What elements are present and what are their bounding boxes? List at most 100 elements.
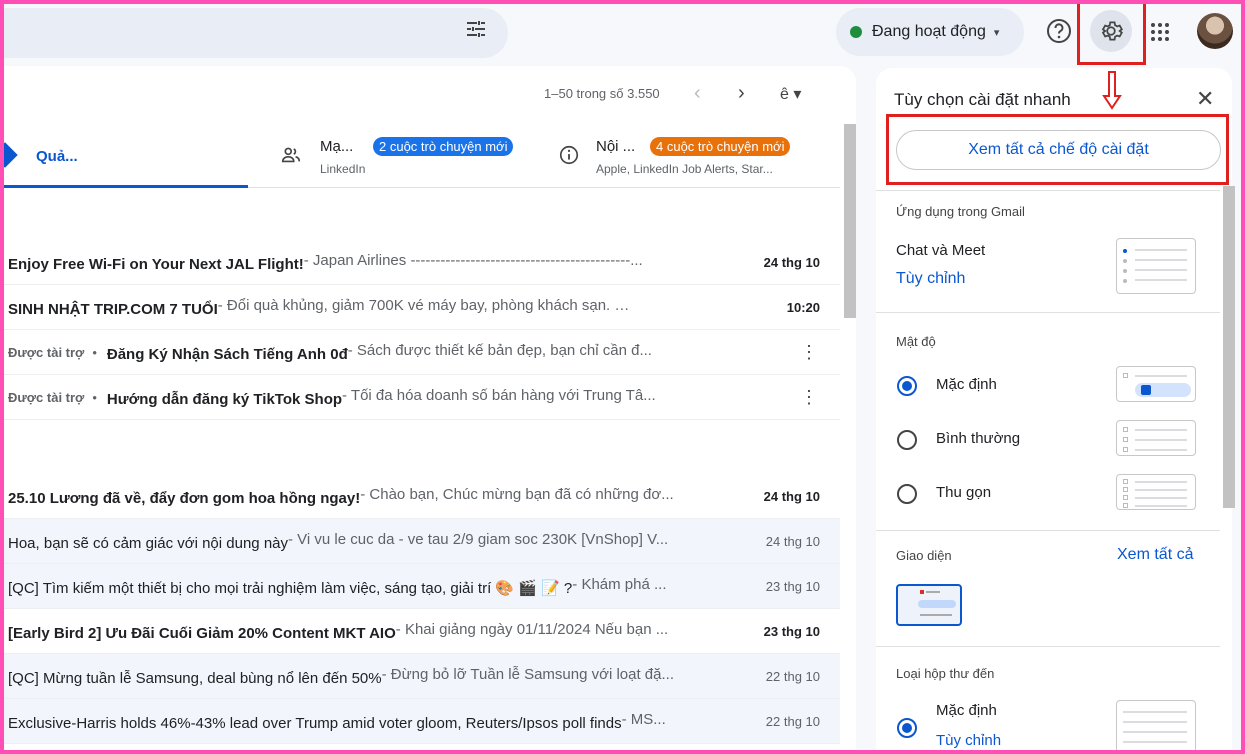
divider: [876, 312, 1220, 313]
sponsored-row[interactable]: Được tài trợ • Hướng dẫn đăng ký TikTok …: [4, 375, 840, 420]
inbox-customize-link[interactable]: Tùy chỉnh: [936, 732, 1001, 749]
see-all-settings-button[interactable]: Xem tất cả chế độ cài đặt: [896, 130, 1221, 170]
email-snippet: - Khai giảng ngày 01/11/2024 Nếu bạn ...: [395, 620, 669, 638]
density-radio-compact[interactable]: [897, 484, 917, 504]
email-snippet: - Japan Airlines -----------------------…: [303, 251, 643, 269]
sponsored-row[interactable]: Được tài trợ • Đăng Ký Nhận Sách Tiếng A…: [4, 330, 840, 375]
quick-settings-title: Tùy chọn cài đặt nhanh: [894, 90, 1071, 109]
email-subject: [QC] Mừng tuần lễ Samsung, deal bùng nổ …: [8, 669, 382, 687]
email-snippet: - Khám phá ...: [572, 575, 667, 593]
search-bar[interactable]: [4, 8, 508, 58]
email-date: 22 thg 10: [765, 668, 820, 684]
tab-label: Nội ...: [596, 138, 636, 155]
apps-icon[interactable]: [1148, 20, 1172, 44]
email-row[interactable]: SINH NHẬT TRIP.COM 7 TUỔI - Đổi quà khủn…: [4, 285, 840, 330]
theme-see-all-link[interactable]: Xem tất cả: [1117, 546, 1193, 564]
density-section-title: Mật độ: [896, 334, 936, 349]
email-date: 23 thg 10: [763, 623, 820, 639]
apps-section-title: Ứng dụng trong Gmail: [896, 204, 1025, 219]
density-compact-preview: [1116, 474, 1196, 510]
email-snippet: - Tối đa hóa doanh số bán hàng với Trung…: [342, 386, 656, 404]
search-options-icon[interactable]: [464, 17, 488, 41]
email-subject: SINH NHẬT TRIP.COM 7 TUỔI: [8, 300, 218, 318]
status-dropdown[interactable]: Đang hoạt động ▾: [836, 8, 1024, 56]
density-default-preview: [1116, 366, 1196, 402]
density-radio-comfortable[interactable]: [897, 430, 917, 450]
sponsored-label: Được tài trợ: [8, 389, 85, 405]
email-date: 24 thg 10: [763, 254, 820, 270]
tab-sublabel: LinkedIn: [320, 162, 366, 176]
status-label: Đang hoạt động: [872, 23, 986, 40]
tab-label: Mạ...: [320, 138, 354, 155]
email-subject: Exclusive-Harris holds 46%-43% lead over…: [8, 714, 622, 732]
chevron-right-icon[interactable]: ›: [738, 82, 745, 105]
inbox-type-preview: [1116, 700, 1196, 750]
category-tabs: Quả... Mạ... 2 cuộc trò chuyện mới Linke…: [4, 120, 840, 188]
email-subject: [Early Bird 2] Ưu Đãi Cuối Giảm 20% Cont…: [8, 624, 396, 642]
tab-label: Quả...: [36, 148, 78, 165]
density-radio-default[interactable]: [897, 376, 917, 396]
theme-section-title: Giao diện: [896, 548, 952, 563]
email-snippet: - MS...: [621, 710, 666, 728]
chat-meet-label: Chat và Meet: [896, 242, 986, 259]
inbox-type-radio-default[interactable]: [897, 718, 917, 738]
separator-dot: •: [92, 344, 97, 360]
email-snippet: - Đổi quà khủng, giảm 700K vé máy bay, p…: [217, 296, 638, 314]
email-subject: [QC] Tìm kiếm một thiết bị cho mọi trải …: [8, 579, 573, 597]
theme-preview[interactable]: [896, 584, 962, 626]
email-row[interactable]: 25.10 Lương đã về, đẩy đơn gom hoa hồng …: [4, 474, 840, 519]
inbox-type-section-title: Loại hộp thư đến: [896, 666, 995, 681]
mail-list-panel: 1–50 trong số 3.550 ‹ › ê ▾ Quả... Mạ...…: [4, 66, 856, 750]
email-row[interactable]: [QC] Tìm kiếm một thiết bị cho mọi trải …: [4, 564, 840, 609]
divider: [876, 190, 1220, 191]
separator-dot: •: [92, 389, 97, 405]
email-date: 10:20: [786, 299, 820, 315]
inbox-type-label: Mặc định: [936, 702, 997, 719]
settings-scrollbar[interactable]: [1223, 186, 1235, 508]
email-date: 24 thg 10: [765, 533, 820, 549]
chat-meet-preview: [1116, 238, 1196, 294]
email-subject: Hướng dẫn đăng ký TikTok Shop: [106, 390, 343, 408]
email-row[interactable]: [QC] Mừng tuần lễ Samsung, deal bùng nổ …: [4, 654, 840, 699]
email-date: 23 thg 10: [765, 578, 820, 594]
density-comfortable-preview: [1116, 420, 1196, 456]
input-tools-icon[interactable]: ê ▾: [780, 84, 801, 104]
email-row[interactable]: Hoa, bạn sẽ có cảm giác với nội dung này…: [4, 519, 840, 564]
inbox-icon: [4, 142, 18, 168]
top-bar: Đang hoạt động ▾: [4, 4, 1241, 65]
email-subject: Hoa, bạn sẽ có cảm giác với nội dung này: [8, 534, 288, 552]
help-icon[interactable]: [1046, 18, 1072, 44]
email-row[interactable]: [Early Bird 2] Ưu Đãi Cuối Giảm 20% Cont…: [4, 609, 840, 654]
email-date: 24 thg 10: [763, 488, 820, 504]
tab-updates[interactable]: Nội ... 4 cuộc trò chuyện mới Apple, Lin…: [554, 120, 840, 188]
close-icon[interactable]: ✕: [1196, 86, 1214, 112]
settings-highlight-box: [1077, 4, 1146, 65]
email-snippet: - Chào bạn, Chúc mừng bạn đã có những đơ…: [360, 485, 674, 503]
email-subject: Đăng Ký Nhận Sách Tiếng Anh 0đ: [106, 345, 348, 363]
email-row[interactable]: Enjoy Free Wi-Fi on Your Next JAL Flight…: [4, 240, 840, 285]
email-subject: Enjoy Free Wi-Fi on Your Next JAL Flight…: [8, 255, 304, 273]
arrow-down-icon: [1102, 71, 1122, 110]
more-options-icon[interactable]: ⋮: [800, 342, 818, 363]
tab-primary[interactable]: Quả...: [4, 120, 248, 188]
info-icon: [559, 145, 579, 165]
tab-badge: 4 cuộc trò chuyện mới: [650, 137, 791, 156]
density-option-label: Bình thường: [936, 430, 1021, 447]
email-date: 22 thg 10: [765, 713, 820, 729]
divider: [876, 530, 1220, 531]
email-snippet: - Vi vu le cuc da - ve tau 2/9 giam soc …: [288, 530, 669, 548]
tab-badge: 2 cuộc trò chuyện mới: [373, 137, 514, 156]
email-subject: 25.10 Lương đã về, đẩy đơn gom hoa hồng …: [8, 489, 361, 507]
mail-scrollbar[interactable]: [844, 124, 856, 318]
more-options-icon[interactable]: ⋮: [800, 387, 818, 408]
chevron-left-icon[interactable]: ‹: [694, 82, 701, 105]
tab-social[interactable]: Mạ... 2 cuộc trò chuyện mới LinkedIn: [264, 120, 554, 188]
customize-link[interactable]: Tùy chỉnh: [896, 270, 965, 288]
email-snippet: - Sách được thiết kế bản đẹp, bạn chỉ cầ…: [347, 341, 652, 359]
sponsored-label: Được tài trợ: [8, 344, 85, 360]
email-row[interactable]: Exclusive-Harris holds 46%-43% lead over…: [4, 699, 840, 744]
chevron-down-icon: ▾: [993, 26, 1000, 39]
pagination-range: 1–50 trong số 3.550: [544, 86, 660, 101]
avatar[interactable]: [1197, 13, 1233, 49]
density-option-label: Mặc định: [936, 376, 997, 393]
